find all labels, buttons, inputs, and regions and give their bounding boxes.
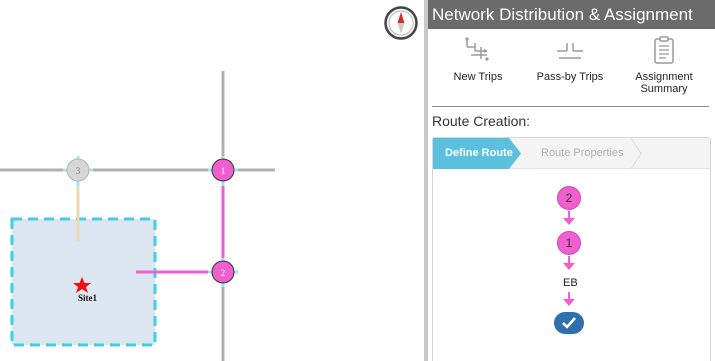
new-trips-button[interactable]: New Trips — [433, 29, 523, 83]
route-node-2[interactable]: 1 — [557, 231, 581, 255]
site-label: Site1 — [78, 293, 97, 303]
map-canvas[interactable]: 3 1 2 Site1 — [0, 0, 424, 361]
route-steps: Define Route Route Properties — [433, 138, 710, 169]
arrow-down-icon — [563, 256, 575, 270]
route-node-1[interactable]: 2 — [557, 186, 581, 210]
route-chain: 2 1 EB — [433, 170, 712, 361]
intersection-2[interactable]: 2 — [211, 260, 235, 284]
toolbar-divider — [432, 106, 709, 107]
assignment-summary-icon — [654, 36, 674, 64]
arrow-down-icon — [563, 292, 575, 306]
panel-title: Network Distribution & Assignment — [428, 0, 715, 29]
pass-by-trips-label: Pass-by Trips — [536, 71, 604, 83]
new-trips-icon — [465, 37, 489, 61]
intersection-1[interactable]: 1 — [211, 158, 235, 182]
step-route-properties[interactable]: Route Properties — [529, 138, 624, 169]
confirm-route-button[interactable] — [554, 312, 584, 334]
route-direction-label: EB — [563, 277, 578, 289]
svg-text:1: 1 — [221, 166, 226, 176]
route-creation-box: Define Route Route Properties 2 1 EB — [432, 137, 711, 361]
assignment-summary-label: Assignment Summary — [635, 71, 693, 95]
assignment-summary-button[interactable]: Assignment Summary — [619, 29, 709, 95]
route-creation-title: Route Creation: — [432, 113, 531, 129]
pass-by-trips-icon — [557, 43, 583, 59]
new-trips-label: New Trips — [453, 71, 503, 83]
intersection-3[interactable]: 3 — [66, 158, 90, 182]
pass-by-trips-button[interactable]: Pass-by Trips — [525, 29, 615, 83]
compass-icon[interactable] — [384, 6, 418, 40]
toolbar: New Trips Pass-by Trips Assignment Summa… — [428, 29, 715, 106]
svg-text:2: 2 — [221, 268, 226, 278]
svg-text:3: 3 — [76, 166, 81, 176]
arrow-down-icon — [563, 211, 575, 225]
step-define-route[interactable]: Define Route — [433, 138, 521, 169]
checkmark-icon — [562, 317, 576, 329]
step-chevron-icon — [630, 138, 642, 169]
